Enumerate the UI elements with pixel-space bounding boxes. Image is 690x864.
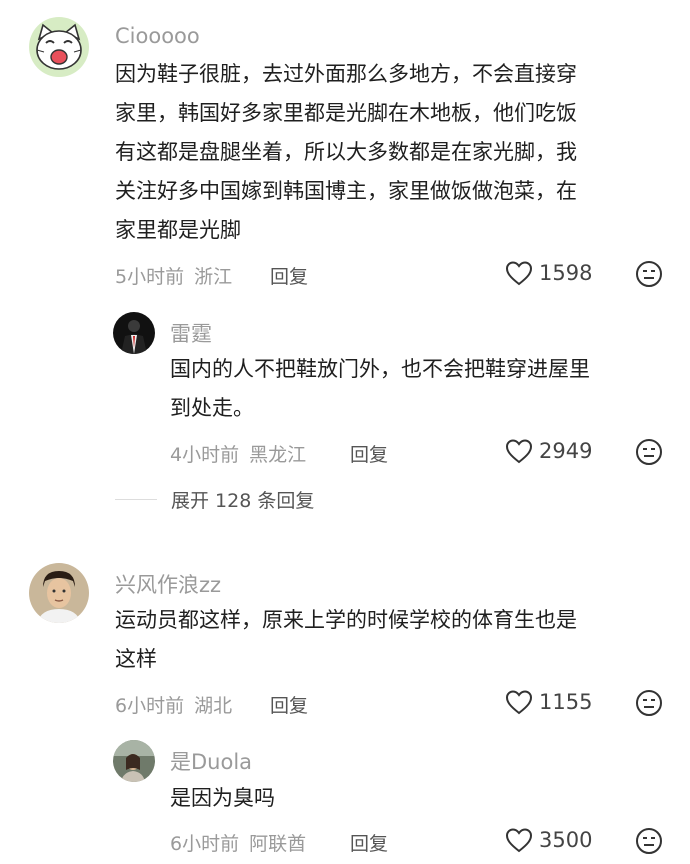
- like-count: 2949: [539, 439, 593, 463]
- comment-username[interactable]: 是Duola: [170, 746, 252, 776]
- comment-text: 运动员都这样，原来上学的时候学校的体育生也是 这样: [115, 601, 675, 679]
- dislike-face-icon: [636, 261, 662, 287]
- heart-icon: [505, 828, 533, 853]
- comment-text: 因为鞋子很脏，去过外面那么多地方，不会直接穿 家里，韩国好多家里都是光脚在木地板…: [115, 55, 675, 250]
- comment-meta: 5小时前 浙江: [115, 262, 232, 289]
- man-portrait-avatar[interactable]: [29, 563, 89, 623]
- comment-location: 浙江: [194, 266, 233, 288]
- reply-button[interactable]: 回复: [270, 691, 308, 718]
- heart-icon: [505, 261, 533, 286]
- like-button[interactable]: 1155: [505, 689, 592, 715]
- dislike-face-icon: [636, 439, 662, 465]
- like-button[interactable]: 1598: [505, 260, 592, 286]
- comment-line: 有这都是盘腿坐着，所以大多数都是在家光脚，我: [115, 140, 577, 164]
- comment-location: 阿联酋: [249, 833, 307, 855]
- comment-location: 黑龙江: [249, 444, 307, 466]
- comment-username[interactable]: 兴风作浪zz: [115, 569, 221, 599]
- comment-text: 是因为臭吗: [170, 779, 675, 818]
- dislike-button[interactable]: [635, 438, 663, 470]
- reply-button[interactable]: 回复: [350, 829, 388, 856]
- comment-line: 家里都是光脚: [115, 218, 241, 242]
- dislike-button[interactable]: [635, 689, 663, 721]
- expand-replies-button[interactable]: 展开 128 条回复: [115, 486, 314, 513]
- like-button[interactable]: 3500: [505, 827, 592, 853]
- comment-time: 6小时前: [115, 695, 185, 717]
- comment-line: 因为鞋子很脏，去过外面那么多地方，不会直接穿: [115, 62, 577, 86]
- reply-button[interactable]: 回复: [350, 440, 388, 467]
- comment-meta: 4小时前 黑龙江: [170, 440, 306, 467]
- like-count: 1155: [539, 690, 593, 714]
- comment-time: 4小时前: [170, 444, 240, 466]
- like-count: 1598: [539, 261, 593, 285]
- divider-line: [115, 499, 157, 500]
- comment-line: 家里，韩国好多家里都是光脚在木地板，他们吃饭: [115, 101, 577, 125]
- heart-icon: [505, 690, 533, 715]
- expand-replies-label: 展开 128 条回复: [171, 490, 315, 512]
- comment-line: 是因为臭吗: [170, 786, 275, 810]
- comment-username[interactable]: Ciooooo: [115, 24, 200, 48]
- cartoon-cat-avatar[interactable]: [29, 17, 89, 77]
- reply-button[interactable]: 回复: [270, 262, 308, 289]
- heart-icon: [505, 439, 533, 464]
- comment-line: 这样: [115, 647, 157, 671]
- comment-location: 湖北: [194, 695, 233, 717]
- dislike-button[interactable]: [635, 827, 663, 859]
- suit-figure-avatar[interactable]: [113, 312, 155, 354]
- photo-avatar[interactable]: [113, 740, 155, 782]
- comment-meta: 6小时前 湖北: [115, 691, 232, 718]
- dislike-face-icon: [636, 828, 662, 854]
- dislike-button[interactable]: [635, 260, 663, 292]
- like-count: 3500: [539, 828, 593, 852]
- dislike-face-icon: [636, 690, 662, 716]
- comment-line: 运动员都这样，原来上学的时候学校的体育生也是: [115, 608, 577, 632]
- comment-line: 到处走。: [170, 396, 254, 420]
- comment-line: 国内的人不把鞋放门外，也不会把鞋穿进屋里: [170, 357, 590, 381]
- comment-text: 国内的人不把鞋放门外，也不会把鞋穿进屋里 到处走。: [170, 350, 675, 428]
- comment-time: 6小时前: [170, 833, 240, 855]
- comment-line: 关注好多中国嫁到韩国博主，家里做饭做泡菜，在: [115, 179, 577, 203]
- comment-username[interactable]: 雷霆: [170, 318, 212, 348]
- like-button[interactable]: 2949: [505, 438, 592, 464]
- comment-meta: 6小时前 阿联酋: [170, 829, 306, 856]
- comment-time: 5小时前: [115, 266, 185, 288]
